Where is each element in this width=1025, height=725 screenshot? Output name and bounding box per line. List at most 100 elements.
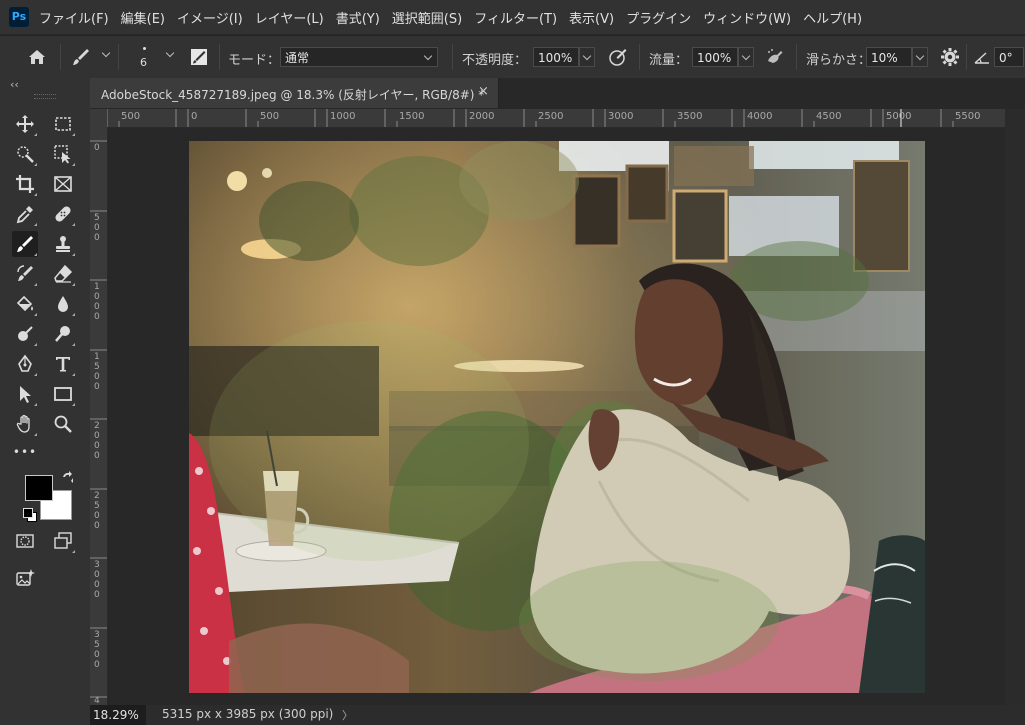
vertical-scrollbar[interactable]: [1005, 109, 1025, 705]
edit-toolbar-button[interactable]: •••: [12, 439, 38, 465]
clone-stamp-tool[interactable]: [50, 231, 76, 257]
airbrush-icon[interactable]: [764, 46, 786, 68]
object-selection-tool[interactable]: [12, 141, 38, 167]
foreground-color-swatch[interactable]: [25, 475, 53, 501]
collapse-toolbar-button[interactable]: ‹‹: [10, 78, 19, 91]
document-tab-bar: AdobeStock_458727189.jpeg @ 18.3% (反射レイヤ…: [90, 78, 1025, 108]
opacity-label: 不透明度：: [462, 53, 528, 68]
separator: [60, 44, 61, 70]
pressure-opacity-icon[interactable]: [607, 46, 629, 68]
drop-icon: [58, 296, 68, 312]
zoom-lens-icon: [55, 326, 70, 342]
gear-icon[interactable]: [939, 46, 961, 68]
close-tab-icon[interactable]: ×: [478, 84, 489, 99]
vertical-ruler[interactable]: 0 500 1000 1500 2000 2500 3000 3500 4: [90, 127, 108, 705]
separator: [452, 44, 453, 70]
brush-icon: [17, 236, 33, 252]
menu-plugins[interactable]: プラグイン: [626, 8, 691, 27]
healing-brush-tool[interactable]: [50, 201, 76, 227]
menu-layer[interactable]: レイヤー(L): [255, 8, 324, 27]
move-tool[interactable]: [12, 111, 38, 137]
cafe-reflection-photo: [189, 141, 925, 693]
menu-select[interactable]: 選択範囲(S): [392, 8, 462, 27]
ruler-label: 4500: [816, 111, 842, 122]
flow-input[interactable]: 100%: [692, 47, 738, 67]
frame-tool[interactable]: [50, 171, 76, 197]
document-canvas-image[interactable]: [189, 141, 925, 693]
quick-mask-button[interactable]: [12, 528, 38, 554]
zoom-tool[interactable]: [50, 411, 76, 437]
type-icon: [56, 357, 70, 372]
generative-image-icon: [16, 569, 35, 586]
status-menu-arrow[interactable]: 〉: [342, 707, 353, 723]
mixer-brush-tool[interactable]: [12, 321, 38, 347]
zoom-level-input[interactable]: 18.29%: [90, 705, 146, 725]
opacity-dropdown[interactable]: [579, 47, 595, 67]
ruler-label: 2000: [469, 111, 495, 122]
opacity-input[interactable]: 100%: [533, 47, 579, 67]
ruler-label: 4000: [747, 111, 773, 122]
angle-icon: [973, 48, 991, 66]
home-icon[interactable]: [26, 46, 48, 68]
smoothing-label: 滑らかさ：: [806, 53, 872, 68]
ruler-label: 500: [260, 111, 280, 122]
swap-colors-icon[interactable]: [61, 471, 75, 485]
angle-input[interactable]: 0°: [994, 47, 1024, 67]
type-tool[interactable]: [50, 351, 76, 377]
blur-tool[interactable]: [50, 291, 76, 317]
brush-tool[interactable]: [12, 231, 38, 257]
frame-icon: [54, 176, 72, 192]
default-colors-icon[interactable]: [23, 508, 37, 522]
menu-view[interactable]: 表示(V): [569, 8, 614, 27]
generate-image-button[interactable]: [12, 565, 38, 591]
separator: [219, 44, 220, 70]
eraser-tool[interactable]: [50, 261, 76, 287]
ruler-label: 2000: [94, 421, 100, 461]
eyedropper-icon: [16, 206, 33, 224]
ruler-label: 500: [94, 213, 100, 243]
menu-help[interactable]: ヘルプ(H): [803, 8, 862, 27]
arrow-cursor-icon: [20, 386, 31, 403]
menu-type[interactable]: 書式(Y): [336, 8, 380, 27]
menu-image[interactable]: イメージ(I): [177, 8, 243, 27]
eraser-icon: [54, 264, 73, 283]
history-brush-tool[interactable]: [12, 261, 38, 287]
horizontal-ruler[interactable]: 500 0 500 1000 1500 2000 2500 3000 3500 …: [107, 109, 1005, 128]
toolbar-grip[interactable]: [34, 94, 56, 99]
menu-file[interactable]: ファイル(F): [39, 8, 109, 27]
dodge-tool[interactable]: [50, 321, 76, 347]
menu-window[interactable]: ウィンドウ(W): [703, 8, 791, 27]
eyedropper-tool[interactable]: [12, 201, 38, 227]
brush-preset-icon[interactable]: [70, 46, 92, 68]
pen-tool[interactable]: [12, 351, 38, 377]
brush-settings-icon[interactable]: [188, 46, 210, 68]
ruler-label: 3500: [94, 630, 100, 670]
paint-bucket-tool[interactable]: [12, 291, 38, 317]
document-tab[interactable]: AdobeStock_458727189.jpeg @ 18.3% (反射レイヤ…: [90, 78, 499, 108]
flow-dropdown[interactable]: [738, 47, 754, 67]
menu-edit[interactable]: 編集(E): [121, 8, 165, 27]
path-selection-tool[interactable]: [12, 381, 38, 407]
document-tab-title: AdobeStock_458727189.jpeg @ 18.3% (反射レイヤ…: [101, 88, 485, 102]
flow-label: 流量：: [649, 53, 689, 68]
marquee-tool[interactable]: [50, 111, 76, 137]
smoothing-dropdown[interactable]: [912, 47, 928, 67]
brush-size-value: 6: [140, 56, 147, 69]
object-select-tool[interactable]: [50, 141, 76, 167]
menu-filter[interactable]: フィルター(T): [474, 8, 557, 27]
rectangle-tool[interactable]: [50, 381, 76, 407]
dodge-icon: [18, 326, 33, 341]
brush-tip-dot: [143, 47, 146, 50]
ruler-origin[interactable]: [90, 109, 107, 127]
brush-size-dropdown[interactable]: [164, 48, 176, 61]
brush-size-picker[interactable]: 6: [128, 42, 162, 74]
brush-preset-dropdown[interactable]: [100, 48, 112, 61]
crop-icon: [16, 175, 34, 193]
hand-tool[interactable]: [12, 411, 38, 437]
crop-tool[interactable]: [12, 171, 38, 197]
screen-mode-button[interactable]: [50, 528, 76, 554]
pen-icon: [18, 354, 32, 372]
smoothing-input[interactable]: 10%: [866, 47, 912, 67]
photoshop-logo: Ps: [9, 7, 29, 27]
mode-select[interactable]: 通常: [280, 47, 438, 67]
